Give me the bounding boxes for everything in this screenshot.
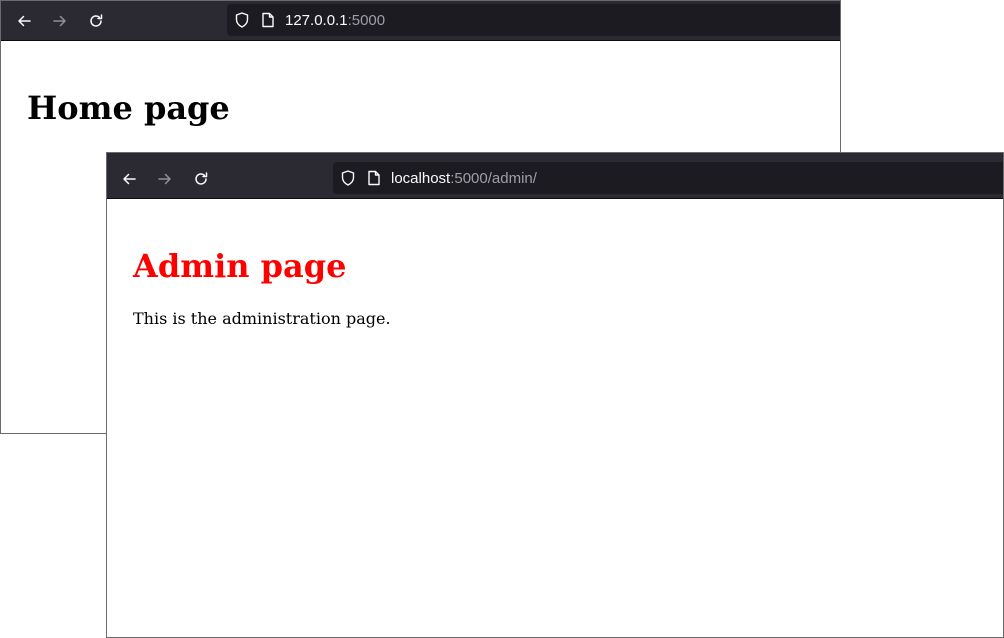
tracking-protection-shield-icon[interactable] xyxy=(339,169,357,187)
reload-icon xyxy=(193,171,209,187)
url-path: :5000/admin/ xyxy=(450,169,537,187)
browser-toolbar: localhost:5000/admin/ xyxy=(107,153,1003,199)
url-path: :5000 xyxy=(347,11,386,29)
forward-button[interactable] xyxy=(149,163,181,195)
browser-window-admin: localhost:5000/admin/ Admin page This is… xyxy=(106,152,1004,638)
back-arrow-icon xyxy=(16,13,32,29)
forward-button[interactable] xyxy=(44,5,76,37)
browser-toolbar: 127.0.0.1:5000 xyxy=(1,1,840,41)
forward-arrow-icon xyxy=(157,171,173,187)
page-content-admin: Admin page This is the administration pa… xyxy=(107,199,1003,637)
page-title: Home page xyxy=(27,89,230,127)
back-button[interactable] xyxy=(8,5,40,37)
address-bar[interactable]: 127.0.0.1:5000 xyxy=(227,4,840,36)
back-arrow-icon xyxy=(121,171,137,187)
reload-icon xyxy=(88,13,104,29)
page-description: This is the administration page. xyxy=(133,309,391,328)
address-bar[interactable]: localhost:5000/admin/ xyxy=(333,162,1003,194)
page-document-icon[interactable] xyxy=(261,12,275,28)
url-host: 127.0.0.1 xyxy=(285,11,348,29)
forward-arrow-icon xyxy=(52,13,68,29)
page-title: Admin page xyxy=(133,247,347,285)
tracking-protection-shield-icon[interactable] xyxy=(233,11,251,29)
back-button[interactable] xyxy=(113,163,145,195)
reload-button[interactable] xyxy=(185,163,217,195)
url-host: localhost xyxy=(391,169,451,187)
page-document-icon[interactable] xyxy=(367,170,381,186)
reload-button[interactable] xyxy=(80,5,112,37)
